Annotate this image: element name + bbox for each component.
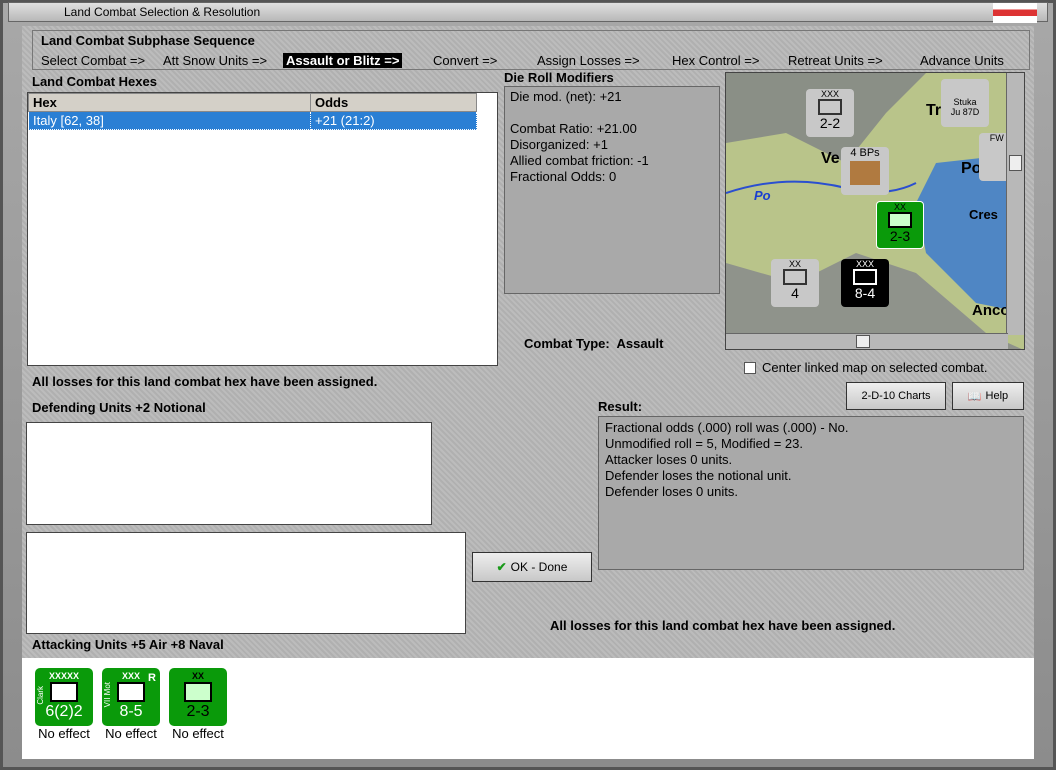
result-box: Fractional odds (.000) roll was (.000) -… (598, 416, 1024, 570)
attacking-title: Attacking Units +5 Air +8 Naval (32, 637, 224, 652)
modifier-line: Disorganized: +1 (510, 137, 608, 152)
map-label: Tr (926, 102, 941, 119)
unit-effect: No effect (172, 726, 224, 741)
unit-effect: No effect (38, 726, 90, 741)
unit-effect: No effect (105, 726, 157, 741)
scroll-thumb[interactable] (1009, 155, 1022, 171)
combat-type: Combat Type: Assault (524, 336, 664, 351)
modifier-line: Allied combat friction: -1 (510, 153, 649, 168)
modifier-line: Combat Ratio: +21.00 (510, 121, 637, 136)
linked-map[interactable]: Po Ve Tr Po Cres Fl Anco XXX2-2 4 BPs XX… (725, 72, 1025, 350)
defending-units-list[interactable] (26, 422, 432, 525)
modifier-line (510, 105, 714, 121)
unit-counter[interactable]: XXXXX 6(2)2 Clark (35, 668, 93, 726)
table-row[interactable]: Italy [62, 38] +21 (21:2) (28, 111, 497, 130)
step-hex-control[interactable]: Hex Control => (672, 53, 759, 68)
attacking-units-list[interactable]: XXXXX 6(2)2 Clark No effect XXX 8-5 VII Mot R… (22, 658, 1034, 759)
center-map-option[interactable]: Center linked map on selected combat. (744, 360, 987, 375)
col-odds[interactable]: Odds (310, 93, 477, 112)
crate-icon (850, 161, 880, 185)
odds-cell: +21 (21:2) (310, 111, 477, 130)
modifier-line: Die mod. (net): +21 (510, 89, 622, 104)
help-button[interactable]: 📖 Help (952, 382, 1024, 410)
modifiers-title: Die Roll Modifiers (504, 70, 614, 85)
combat-type-value: Assault (616, 336, 664, 351)
subphase-sequence: Land Combat Subphase Sequence Select Com… (32, 30, 1030, 70)
hexes-table[interactable]: Hex Odds Italy [62, 38] +21 (21:2) (27, 92, 498, 366)
title-bar: Land Combat Selection & Resolution (8, 2, 1048, 23)
result-line: Fractional odds (.000) roll was (.000) -… (605, 420, 849, 435)
map-counter[interactable]: XXX 8-4 (841, 259, 889, 307)
status-top: All losses for this land combat hex have… (32, 374, 378, 389)
supply-counter[interactable]: 4 BPs (841, 147, 889, 195)
defending-units-list-2[interactable] (26, 532, 466, 634)
map-label: Cres (969, 207, 998, 222)
charts-button[interactable]: 2-D-10 Charts (846, 382, 946, 410)
map-label: Po (754, 188, 771, 203)
help-book-icon: 📖 (967, 390, 982, 403)
result-line: Attacker loses 0 units. (605, 452, 733, 467)
step-att-snow[interactable]: Att Snow Units => (163, 53, 267, 68)
col-hex[interactable]: Hex (28, 93, 311, 112)
status-bottom: All losses for this land combat hex have… (550, 618, 896, 633)
map-hscrollbar[interactable] (726, 333, 1008, 349)
check-icon: ✔ (496, 560, 507, 574)
step-advance[interactable]: Advance Units (920, 53, 1004, 68)
scroll-thumb[interactable] (856, 335, 870, 348)
map-label: Ve (821, 150, 840, 167)
modifiers-box: Die mod. (net): +21 Combat Ratio: +21.00… (504, 86, 720, 294)
dialog-content: Land Combat Subphase Sequence Select Com… (22, 26, 1034, 759)
center-map-label: Center linked map on selected combat. (762, 360, 988, 375)
window-title: Land Combat Selection & Resolution (64, 5, 261, 19)
result-line: Defender loses 0 units. (605, 484, 738, 499)
map-label: Anco (972, 302, 1010, 319)
ok-done-button[interactable]: ✔ OK - Done (472, 552, 592, 582)
step-assault-blitz[interactable]: Assault or Blitz => (283, 53, 403, 68)
defending-title: Defending Units +2 Notional (32, 400, 206, 415)
sequence-title: Land Combat Subphase Sequence (41, 33, 255, 48)
result-title: Result: (598, 399, 643, 414)
map-counter[interactable]: XX 4 (771, 259, 819, 307)
air-counter[interactable]: Stuka Ju 87D (941, 79, 989, 127)
step-assign-losses[interactable]: Assign Losses => (537, 53, 640, 68)
result-line: Defender loses the notional unit. (605, 468, 792, 483)
selected-counter[interactable]: XX 2-3 (876, 201, 924, 249)
center-map-checkbox[interactable] (744, 361, 756, 374)
step-retreat[interactable]: Retreat Units => (788, 53, 883, 68)
map-vscrollbar[interactable] (1006, 73, 1024, 335)
map-counter[interactable]: XXX 2-2 (806, 89, 854, 137)
unit-counter[interactable]: XX 2-3 (169, 668, 227, 726)
hex-cell: Italy [62, 38] (28, 111, 311, 130)
hexes-title: Land Combat Hexes (32, 74, 157, 89)
flag-icon (993, 3, 1037, 23)
result-line: Unmodified roll = 5, Modified = 23. (605, 436, 803, 451)
unit-counter[interactable]: XXX 8-5 VII Mot R (102, 668, 160, 726)
step-select-combat[interactable]: Select Combat => (41, 53, 145, 68)
modifier-line: Fractional Odds: 0 (510, 169, 617, 184)
step-convert[interactable]: Convert => (433, 53, 497, 68)
